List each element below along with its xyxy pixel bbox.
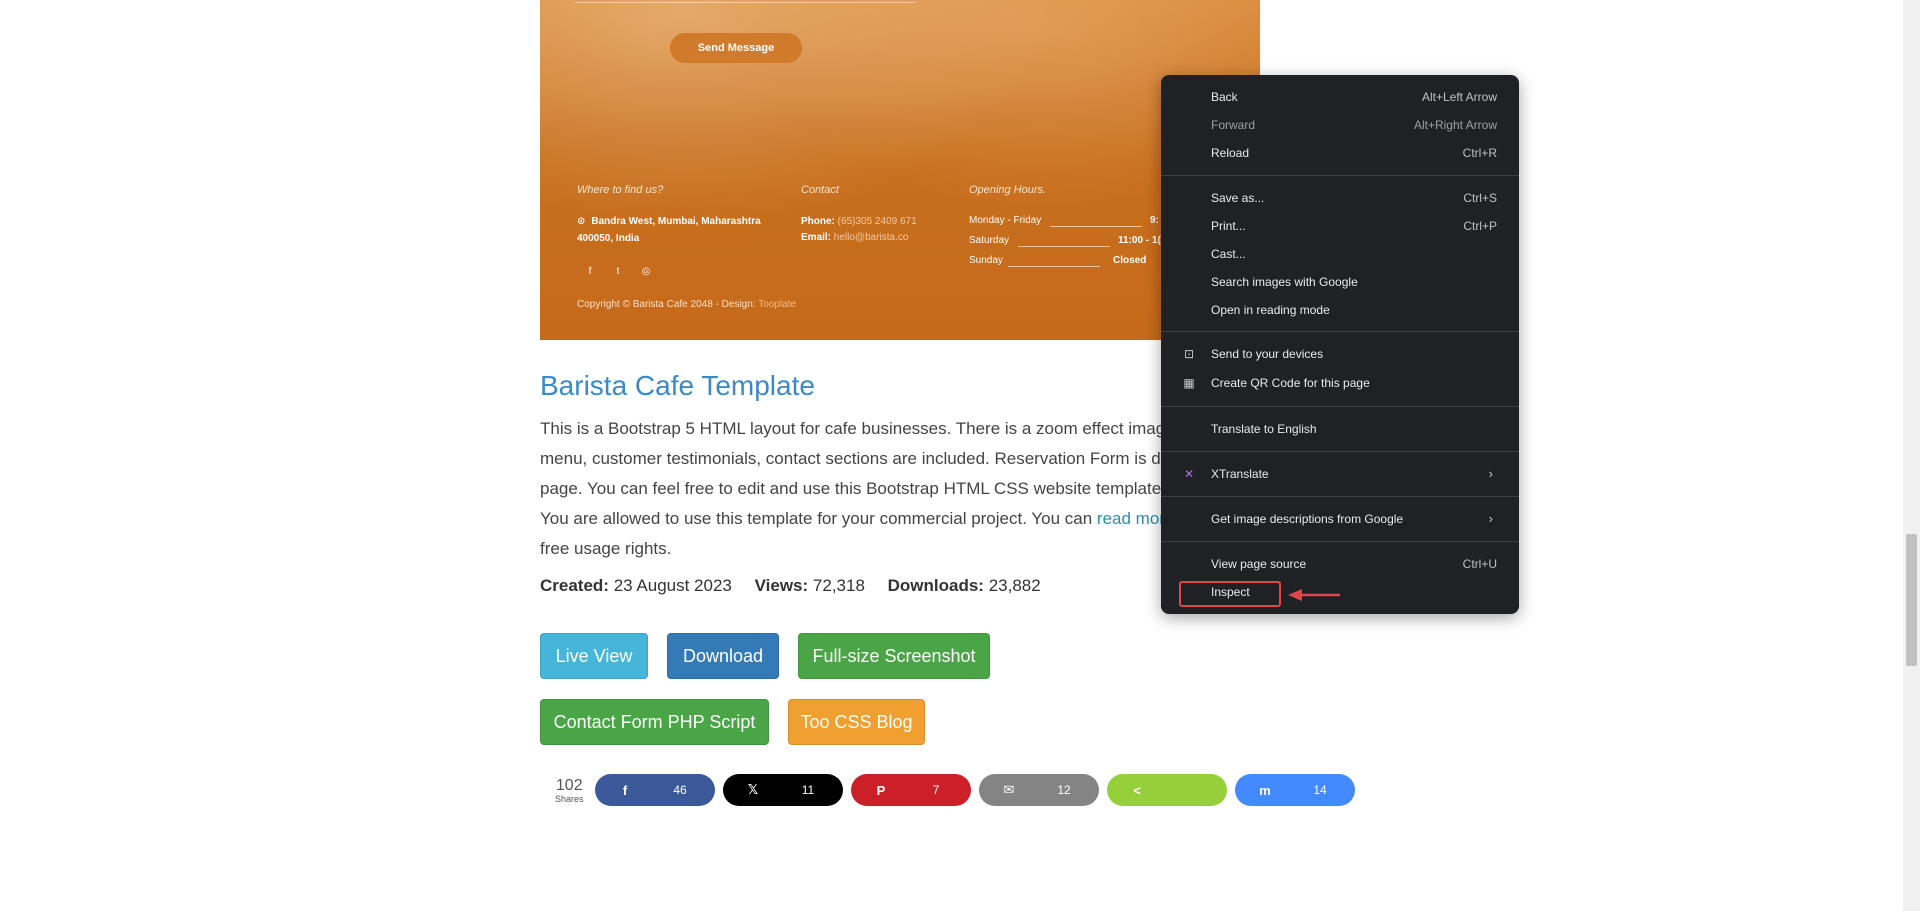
views-stat: Views: 72,318 bbox=[754, 576, 865, 595]
description-line: You are allowed to use this template for… bbox=[540, 509, 1189, 528]
opening-hours-heading: Opening Hours. bbox=[969, 184, 1047, 196]
menu-separator bbox=[1161, 331, 1519, 332]
share-button[interactable]: ✉ 12 bbox=[979, 774, 1099, 806]
find-us-heading: Where to find us? bbox=[577, 184, 664, 196]
chevron-right-icon: › bbox=[1488, 511, 1493, 526]
template-description: This is a Bootstrap 5 HTML layout for ca… bbox=[540, 414, 1196, 564]
share-icon: f bbox=[622, 782, 628, 798]
download-button[interactable]: Download bbox=[667, 633, 779, 679]
address-line-2: 400050, India bbox=[577, 233, 640, 244]
contact-heading: Contact bbox=[801, 184, 839, 196]
share-count: 14 bbox=[1313, 783, 1327, 797]
created-stat: Created: 23 August 2023 bbox=[540, 576, 732, 595]
annotation-arrow-icon bbox=[1288, 589, 1340, 601]
menu-item-image-descriptions[interactable]: Get image descriptions from Google › bbox=[1161, 507, 1519, 533]
phone-row: Phone: (65)305 2409 671 bbox=[801, 216, 917, 227]
description-line: This is a Bootstrap 5 HTML layout for ca… bbox=[540, 419, 1196, 438]
email-row: Email: hello@barista.co bbox=[801, 232, 909, 243]
twitter-icon: t bbox=[616, 266, 620, 277]
menu-item-qr-code[interactable]: ▦ Create QR Code for this page bbox=[1161, 371, 1519, 397]
menu-item-reading-mode[interactable]: Open in reading mode bbox=[1161, 298, 1519, 324]
live-view-button[interactable]: Live View bbox=[540, 633, 648, 679]
menu-separator bbox=[1161, 175, 1519, 176]
menu-item-back[interactable]: Back Alt+Left Arrow bbox=[1161, 85, 1519, 111]
copyright-text: Copyright © Barista Cafe 2048 - Design: … bbox=[577, 299, 796, 310]
chevron-right-icon: › bbox=[1488, 466, 1493, 481]
context-menu: Back Alt+Left Arrow Forward Alt+Right Arro… bbox=[1161, 75, 1519, 614]
hours-time: Closed bbox=[1113, 255, 1147, 266]
devices-icon: ⊡ bbox=[1183, 347, 1195, 361]
description-line: menu, customer testimonials, contact sec… bbox=[540, 449, 1192, 468]
address-line-1: ⊙ Bandra West, Mumbai, Maharashtra bbox=[577, 216, 761, 227]
hours-day: Monday - Friday bbox=[969, 215, 1042, 226]
menu-item-send-devices[interactable]: ⊡ Send to your devices bbox=[1161, 342, 1519, 368]
hours-leader-line bbox=[1050, 226, 1142, 227]
share-count: 7 bbox=[932, 783, 940, 797]
scrollbar-thumb[interactable] bbox=[1906, 534, 1917, 666]
menu-separator bbox=[1161, 406, 1519, 407]
share-button[interactable]: f 46 bbox=[595, 774, 715, 806]
share-count: 46 bbox=[673, 783, 687, 797]
form-field-underline bbox=[575, 0, 915, 3]
share-icon: P bbox=[876, 782, 886, 798]
hours-day: Saturday bbox=[969, 235, 1010, 246]
hours-day: Sunday bbox=[969, 255, 1003, 266]
contact-form-script-button[interactable]: Contact Form PHP Script bbox=[540, 699, 769, 745]
share-total: 102 Shares bbox=[555, 777, 584, 805]
page-scrollbar[interactable] bbox=[1903, 0, 1920, 911]
hours-time: 11:00 - 1( bbox=[1118, 235, 1161, 246]
menu-item-cast[interactable]: Cast... bbox=[1161, 242, 1519, 268]
share-icon: ✉ bbox=[1003, 782, 1015, 797]
downloads-stat: Downloads: 23,882 bbox=[887, 576, 1041, 595]
share-button[interactable]: 𝕏 11 bbox=[723, 774, 843, 806]
share-icon: m bbox=[1259, 782, 1271, 798]
share-button[interactable]: m 14 bbox=[1235, 774, 1355, 806]
description-line: page. You can feel free to edit and use … bbox=[540, 479, 1186, 498]
template-preview-image: Send Message Where to find us? ⊙ Bandra W… bbox=[540, 0, 1260, 340]
qr-code-icon: ▦ bbox=[1183, 376, 1195, 390]
template-title: Barista Cafe Template bbox=[540, 370, 815, 401]
menu-separator bbox=[1161, 451, 1519, 452]
menu-item-reload[interactable]: Reload Ctrl+R bbox=[1161, 141, 1519, 167]
xtranslate-icon: ✕ bbox=[1183, 467, 1195, 481]
menu-item-forward[interactable]: Forward Alt+Right Arrow bbox=[1161, 113, 1519, 139]
facebook-icon: f bbox=[588, 266, 592, 277]
share-icon: 𝕏 bbox=[747, 782, 759, 797]
css-blog-button[interactable]: Too CSS Blog bbox=[788, 699, 925, 745]
menu-item-print[interactable]: Print... Ctrl+P bbox=[1161, 214, 1519, 240]
location-pin-icon: ⊙ bbox=[577, 216, 586, 227]
menu-separator bbox=[1161, 496, 1519, 497]
menu-item-view-source[interactable]: View page source Ctrl+U bbox=[1161, 552, 1519, 578]
hours-leader-line bbox=[1018, 246, 1110, 247]
share-count: 12 bbox=[1057, 783, 1071, 797]
send-message-button[interactable]: Send Message bbox=[670, 33, 802, 63]
hours-time: 9: bbox=[1150, 215, 1159, 226]
share-icon: < bbox=[1133, 782, 1141, 798]
template-stats: Created: 23 August 2023 Views: 72,318 Do… bbox=[540, 576, 1059, 596]
share-button[interactable]: P7 bbox=[851, 774, 971, 806]
hours-leader-line bbox=[1008, 266, 1100, 267]
menu-item-save-as[interactable]: Save as... Ctrl+S bbox=[1161, 186, 1519, 212]
inspect-highlight-box bbox=[1179, 581, 1281, 607]
description-line: free usage rights. bbox=[540, 539, 672, 558]
menu-item-xtranslate[interactable]: ✕ XTranslate › bbox=[1161, 462, 1519, 488]
whatsapp-icon: ◎ bbox=[641, 266, 651, 277]
menu-separator bbox=[1161, 541, 1519, 542]
full-size-screenshot-button[interactable]: Full-size Screenshot bbox=[798, 633, 990, 679]
share-count: 11 bbox=[801, 783, 815, 797]
menu-item-translate[interactable]: Translate to English bbox=[1161, 417, 1519, 443]
menu-item-search-images[interactable]: Search images with Google bbox=[1161, 270, 1519, 296]
share-button[interactable]: < bbox=[1107, 774, 1227, 806]
